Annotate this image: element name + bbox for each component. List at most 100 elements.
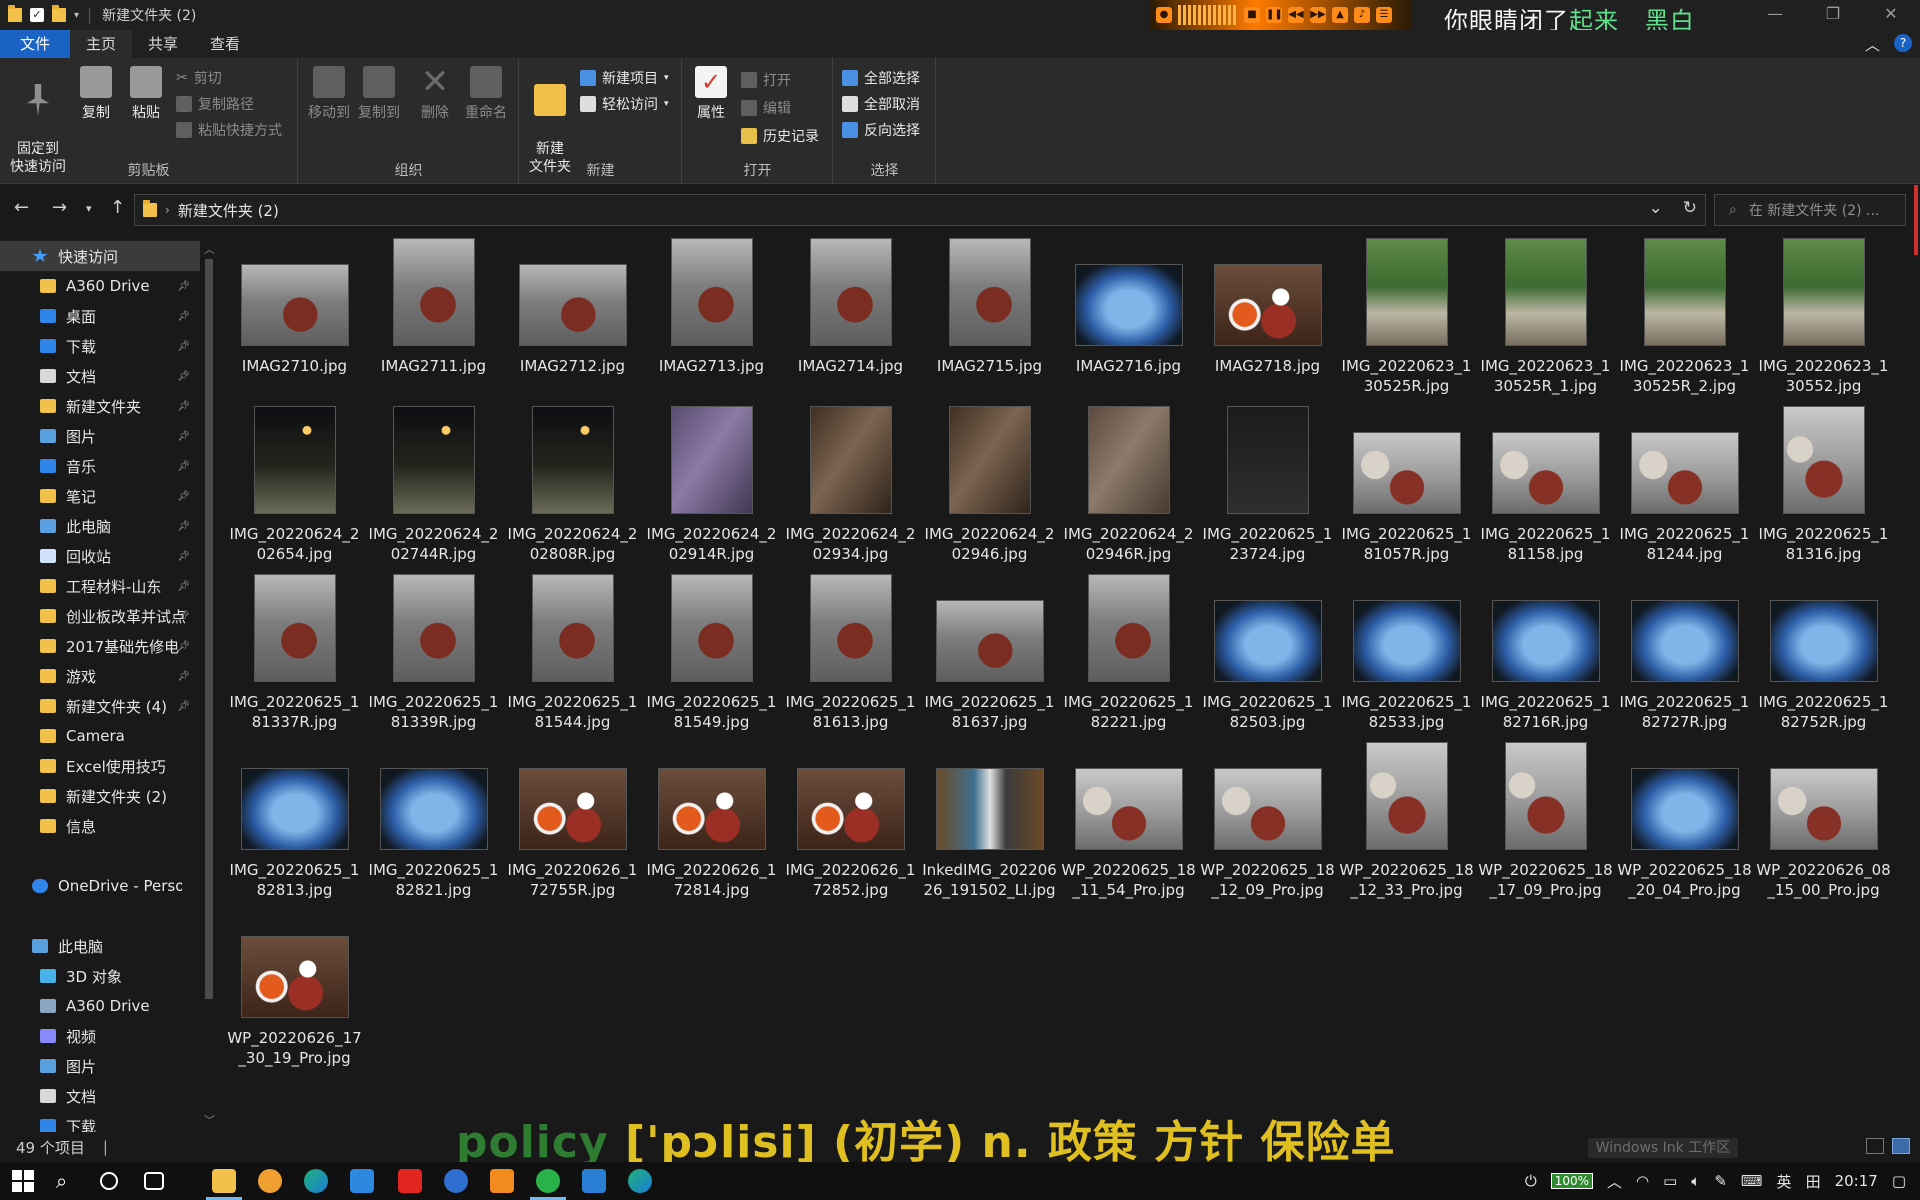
open-button[interactable]: 打开 (741, 70, 791, 90)
power-plug-icon[interactable]: ⏻ (1525, 1172, 1537, 1190)
file-item[interactable]: IMG_20220624_202654.jpg (226, 400, 363, 564)
windows-start-icon[interactable] (12, 1170, 34, 1192)
paste-shortcut-button[interactable]: 粘贴快捷方式 (176, 120, 282, 140)
file-item[interactable]: IMG_20220624_202808R.jpg (504, 400, 641, 564)
file-item[interactable]: IMG_20220625_182752R.jpg (1755, 568, 1892, 732)
pin-icon[interactable]: 📌︎ (177, 281, 190, 292)
sidebar-item[interactable]: 回收站 📌︎ (0, 541, 200, 571)
volume-icon[interactable]: ♪ (1354, 7, 1370, 23)
file-item[interactable]: IMG_20220624_202946.jpg (921, 400, 1058, 564)
wechat-icon[interactable] (536, 1169, 560, 1193)
scrollbar-thumb[interactable] (205, 259, 213, 999)
tab-home[interactable]: 主页 (70, 30, 133, 58)
file-item[interactable]: IMAG2713.jpg (643, 232, 780, 376)
sidebar-item[interactable]: 信息 (0, 811, 200, 841)
sidebar-item[interactable]: 下载 📌︎ (0, 331, 200, 361)
sidebar-item[interactable]: Excel使用技巧 (0, 751, 200, 781)
edge-beta-icon[interactable] (628, 1169, 652, 1193)
sidebar-item[interactable]: 创业板改革并试点 📌︎ (0, 601, 200, 631)
battery-icon[interactable]: ▭ (1663, 1172, 1677, 1190)
sidebar-item[interactable]: 3D 对象 (0, 961, 200, 991)
ime-language[interactable]: 英 (1777, 1171, 1792, 1192)
file-item[interactable]: IMG_20220625_123724.jpg (1199, 400, 1336, 564)
delete-button[interactable]: ✕ 删除 (417, 65, 453, 122)
file-item[interactable]: IMG_20220625_181549.jpg (643, 568, 780, 732)
select-all-button[interactable]: 全部选择 (842, 68, 920, 88)
sidebar-item[interactable]: 图片 📌︎ (0, 421, 200, 451)
touch-keyboard-icon[interactable]: ⌨ (1741, 1172, 1763, 1190)
file-item[interactable]: IMG_20220624_202946R.jpg (1060, 400, 1197, 564)
file-item[interactable]: IMG_20220624_202744R.jpg (365, 400, 502, 564)
back-arrow-icon[interactable]: ← (14, 197, 29, 218)
breadcrumb-separator-icon[interactable]: › (165, 203, 170, 217)
properties-check-icon[interactable]: ✓ (30, 8, 44, 22)
sidebar-item[interactable]: A360 Drive 📌︎ (0, 271, 200, 301)
file-item[interactable]: IMG_20220625_181158.jpg (1477, 400, 1614, 564)
file-item[interactable]: IMG_20220625_182221.jpg (1060, 568, 1197, 732)
lyrics-icon[interactable]: ☰ (1376, 7, 1392, 23)
file-item[interactable]: WP_20220625_18_12_33_Pro.jpg (1338, 736, 1475, 900)
file-item[interactable]: IMG_20220625_181637.jpg (921, 568, 1058, 732)
help-icon[interactable]: ? (1894, 34, 1912, 52)
tab-file[interactable]: 文件 (0, 30, 70, 58)
invert-selection-button[interactable]: 反向选择 (842, 120, 920, 140)
scroll-down-icon[interactable]: ﹀ (204, 1112, 215, 1128)
file-item[interactable]: InkedIMG_20220626_191502_LI.jpg (921, 736, 1058, 900)
pen-ink-icon[interactable]: ✎ (1714, 1172, 1727, 1190)
pin-icon[interactable]: 📌︎ (177, 461, 190, 472)
sidebar-item[interactable]: 桌面 📌︎ (0, 301, 200, 331)
pin-icon[interactable]: 📌︎ (177, 551, 190, 562)
sidebar-item[interactable]: 音乐 📌︎ (0, 451, 200, 481)
file-item[interactable]: IMAG2718.jpg (1199, 232, 1336, 376)
file-item[interactable]: IMG_20220625_182716R.jpg (1477, 568, 1614, 732)
task-view-icon[interactable] (144, 1172, 164, 1190)
sidebar-item[interactable]: 下载 (0, 1111, 200, 1132)
file-item[interactable]: IMG_20220623_130525R.jpg (1338, 232, 1475, 396)
close-button[interactable]: ✕ (1862, 0, 1920, 30)
file-item[interactable]: IMG_20220625_182821.jpg (365, 736, 502, 900)
up-arrow-icon[interactable]: ↑ (110, 197, 125, 218)
file-item[interactable]: IMG_20220626_172852.jpg (782, 736, 919, 900)
large-icons-view-icon[interactable] (1892, 1138, 1910, 1154)
sidebar-item[interactable]: 图片 (0, 1051, 200, 1081)
edit-button[interactable]: 编辑 (741, 98, 791, 118)
recent-locations-chevron-icon[interactable]: ▾ (86, 202, 92, 215)
file-item[interactable]: IMAG2716.jpg (1060, 232, 1197, 376)
file-item[interactable]: IMG_20220626_172814.jpg (643, 736, 780, 900)
pin-icon[interactable]: 📌︎ (177, 521, 190, 532)
rename-button[interactable]: 重命名 (461, 66, 511, 122)
pin-icon[interactable]: 📌︎ (177, 611, 190, 622)
notifications-icon[interactable]: ▢ (1892, 1172, 1906, 1190)
office-app-icon[interactable] (490, 1169, 514, 1193)
collapse-ribbon-chevron-icon[interactable]: ︿ (1865, 34, 1880, 55)
music-player-toolbar[interactable]: ● ■ ❚❚ ◀◀ ▶▶ ▲ ♪ ☰ (1150, 0, 1412, 30)
pin-icon[interactable]: 📌︎ (177, 641, 190, 652)
clock[interactable]: 20:17 (1835, 1172, 1878, 1190)
move-to-button[interactable]: 移动到 (305, 66, 353, 122)
file-item[interactable]: IMG_20220625_181337R.jpg (226, 568, 363, 732)
address-history-chevron-icon[interactable]: ⌄ (1649, 198, 1663, 218)
file-item[interactable]: IMG_20220625_182727R.jpg (1616, 568, 1753, 732)
sidebar-item[interactable]: 此电脑 📌︎ (0, 511, 200, 541)
file-item[interactable]: WP_20220626_17_30_19_Pro.jpg (226, 904, 363, 1068)
next-icon[interactable]: ▶▶ (1310, 7, 1326, 23)
file-item[interactable]: WP_20220625_18_17_09_Pro.jpg (1477, 736, 1614, 900)
file-item[interactable]: IMG_20220624_202914R.jpg (643, 400, 780, 564)
file-item[interactable]: IMAG2712.jpg (504, 232, 641, 376)
copy-path-button[interactable]: 复制路径 (176, 94, 254, 114)
show-hidden-icons-chevron-icon[interactable]: ︿ (1607, 1171, 1622, 1192)
tab-share[interactable]: 共享 (132, 30, 194, 58)
file-item[interactable]: IMG_20220625_181544.jpg (504, 568, 641, 732)
file-item[interactable]: IMAG2711.jpg (365, 232, 502, 376)
pause-icon[interactable]: ❚❚ (1266, 7, 1283, 23)
maximize-button[interactable]: ❐ (1804, 0, 1862, 30)
content-scrollbar[interactable] (1908, 185, 1920, 255)
file-item[interactable]: IMG_20220625_181057R.jpg (1338, 400, 1475, 564)
file-item[interactable]: IMG_20220623_130525R_2.jpg (1616, 232, 1753, 396)
file-item[interactable]: IMG_20220625_182503.jpg (1199, 568, 1336, 732)
address-bar[interactable]: › 新建文件夹 (2) ⌄ ↻ (134, 194, 1706, 226)
sidebar-item[interactable]: OneDrive - Personal (0, 871, 200, 901)
sidebar-item[interactable]: 新建文件夹 📌︎ (0, 391, 200, 421)
app-round-icon[interactable] (444, 1169, 468, 1193)
sidebar-item[interactable]: 视频 (0, 1021, 200, 1051)
